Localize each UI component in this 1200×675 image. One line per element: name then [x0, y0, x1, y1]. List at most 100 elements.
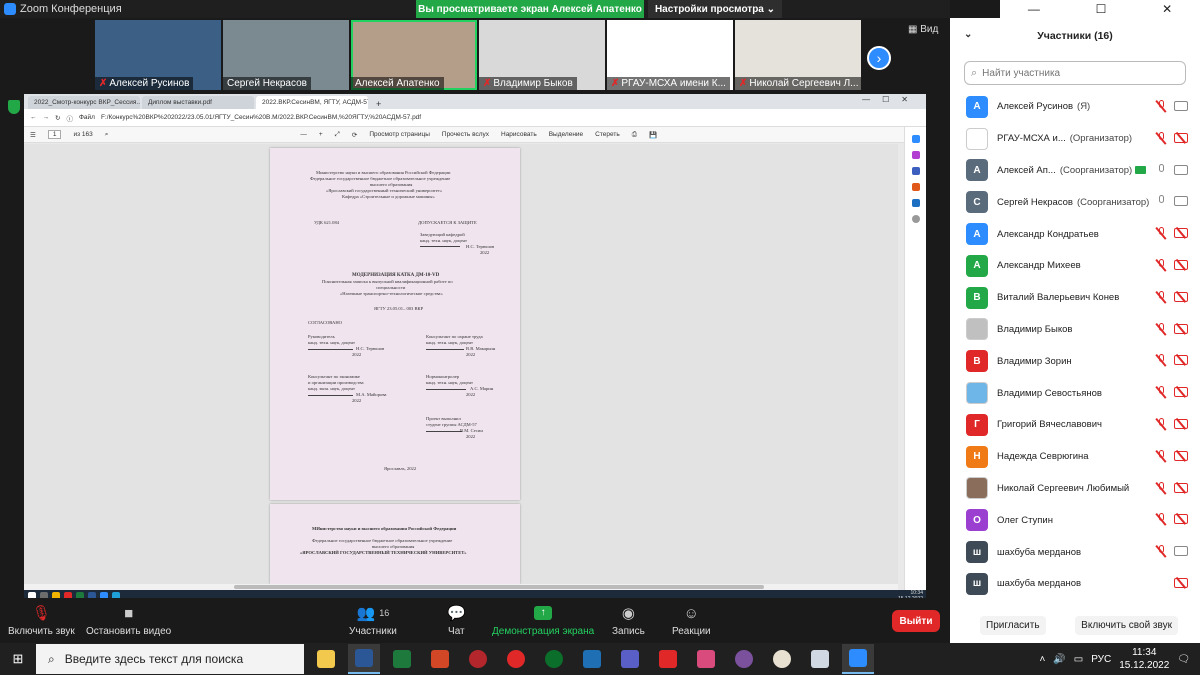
erase-button[interactable]: Стереть	[595, 131, 620, 138]
participant-search[interactable]: ⌕	[964, 61, 1186, 85]
search-sidebar-icon[interactable]	[911, 135, 920, 143]
maximize-button[interactable]: ☐	[1096, 2, 1107, 16]
word-icon[interactable]	[348, 644, 380, 674]
taskbar-clock[interactable]: 11:34 15.12.2022	[1119, 646, 1169, 672]
next-page-arrow-icon[interactable]: ›	[867, 46, 891, 70]
minimize-button[interactable]: —	[1028, 2, 1040, 16]
participant-row[interactable]: Г Григорий Вячеславович	[950, 409, 1200, 441]
unmute-button[interactable]: 🎙︎ Включить звук	[8, 604, 75, 637]
taskbar-search[interactable]: ⌕ Введите здесь текст для поиска	[36, 644, 304, 674]
highlight-button[interactable]: Выделение	[549, 131, 583, 138]
save-icon[interactable]: 💾	[649, 131, 657, 139]
tray-chevron-icon[interactable]: ˄	[1039, 654, 1045, 665]
participant-row[interactable]: А Александр Кондратьев	[950, 218, 1200, 250]
excel-icon[interactable]	[386, 644, 418, 674]
office-icon[interactable]	[911, 183, 920, 191]
security-shield-icon[interactable]	[8, 100, 20, 114]
page-view-button[interactable]: Просмотр страницы	[369, 131, 430, 138]
browser-tab[interactable]: 2022_Смотр-конкурс ВКР_Сессия...	[28, 96, 140, 109]
leave-button[interactable]: Выйти	[892, 610, 940, 632]
outlook-icon[interactable]	[911, 199, 920, 207]
close-button[interactable]: ✕	[1162, 2, 1172, 16]
participant-row[interactable]: Николай Сергеевич Любимый	[950, 473, 1200, 505]
app-pink-icon[interactable]	[690, 644, 722, 674]
participant-row[interactable]: С Сергей Некрасов (Соорганизатор)	[950, 186, 1200, 218]
video-tile[interactable]: Сергей Некрасов	[223, 20, 349, 90]
stop-video-button[interactable]: ■ Остановить видео	[86, 604, 171, 638]
collapse-chevron-icon[interactable]: ⌄	[964, 29, 972, 40]
zoom-in-button[interactable]: +	[319, 131, 323, 138]
participant-row[interactable]: В Владимир Зорин	[950, 345, 1200, 377]
app-green-icon[interactable]	[538, 644, 570, 674]
participant-row[interactable]: Владимир Севостьянов	[950, 377, 1200, 409]
participant-row[interactable]: В Виталий Валерьевич Конев	[950, 282, 1200, 314]
forward-icon[interactable]: →	[43, 114, 50, 121]
chat-button[interactable]: 💬 Чат	[447, 604, 466, 637]
video-tile[interactable]: ✗ Николай Сергеевич Л...	[735, 20, 861, 90]
page-number-input[interactable]: 1	[47, 130, 62, 139]
windows-start-icon[interactable]: ⊞	[0, 643, 36, 675]
print-icon[interactable]: ⎙	[632, 131, 637, 139]
participant-row[interactable]: О Олег Ступин	[950, 504, 1200, 536]
participant-row[interactable]: Н Надежда Севрюгина	[950, 441, 1200, 473]
invite-button[interactable]: Пригласить	[980, 615, 1046, 635]
rotate-icon[interactable]: ⟳	[352, 131, 357, 139]
participant-role: (Соорганизатор)	[1076, 196, 1150, 208]
doc-text: 2022	[466, 392, 476, 397]
back-icon[interactable]: ←	[30, 114, 37, 121]
share-screen-button[interactable]: ↑ Демонстрация экрана	[492, 604, 594, 637]
search-input[interactable]	[982, 67, 1183, 79]
app-blue-icon[interactable]	[576, 644, 608, 674]
participant-row[interactable]: А Алексей Ап... (Соорганизатор)	[950, 155, 1200, 187]
participant-row[interactable]: ш шахбуба мерданов	[950, 536, 1200, 568]
file-info-icon: ⓘ	[66, 115, 73, 123]
add-icon[interactable]	[911, 215, 920, 223]
notifications-icon[interactable]: 🗨	[1177, 654, 1190, 665]
browser-tab-active[interactable]: 2022.ВКР.СесинВМ, ЯГТУ, АСДМ-57...	[256, 96, 368, 109]
reactions-button[interactable]: ☺ Реакции	[672, 604, 711, 638]
participant-row[interactable]: ш шахбуба мерданов	[950, 568, 1200, 600]
powerpoint-icon[interactable]	[424, 644, 456, 674]
zoom-out-button[interactable]: —	[300, 131, 307, 138]
viber-icon[interactable]	[728, 644, 760, 674]
participant-row[interactable]: Владимир Быков	[950, 314, 1200, 346]
yandex-browser-icon[interactable]	[500, 644, 532, 674]
participant-status-icons	[1156, 481, 1188, 495]
scrollbar-thumb[interactable]	[234, 585, 764, 589]
draw-button[interactable]: Нарисовать	[501, 131, 537, 138]
read-aloud-button[interactable]: Прочесть вслух	[442, 131, 489, 138]
participant-status-icons	[1156, 100, 1188, 113]
participant-row[interactable]: А Алексей Русинов (Я)	[950, 91, 1200, 123]
browser-tab[interactable]: Диплом выставки.pdf	[142, 96, 254, 109]
save-app-icon[interactable]	[614, 644, 646, 674]
fit-page-icon[interactable]: ⤢	[335, 131, 340, 139]
video-tile[interactable]: ✗ РГАУ-МСХА имени К...	[607, 20, 733, 90]
record-button[interactable]: ◉ Запись	[612, 604, 645, 637]
pdf-reader-icon[interactable]	[652, 644, 684, 674]
search-icon[interactable]: ⌕	[105, 131, 109, 139]
video-tile[interactable]: ✗ Алексей Русинов	[95, 20, 221, 90]
participant-row[interactable]: А Александр Михеев	[950, 250, 1200, 282]
contents-icon[interactable]: ☰	[30, 131, 36, 139]
collections-icon[interactable]	[911, 151, 920, 159]
language-indicator[interactable]: РУС	[1091, 654, 1111, 665]
url-text[interactable]: F:/Конкурс%20ВКР%202022/23.05.01/ЯГТУ_Се…	[101, 114, 421, 121]
volume-icon[interactable]: 🔊	[1053, 654, 1065, 665]
participant-row[interactable]: РГАУ-МСХА и... (Организатор)	[950, 123, 1200, 155]
zoom-taskbar-icon[interactable]	[842, 644, 874, 674]
participants-button[interactable]: 👥 16 Участники	[349, 604, 397, 637]
address-bar[interactable]: ← → ↻ ⓘ Файл F:/Конкурс%20ВКР%202022/23.…	[24, 109, 926, 127]
video-tile[interactable]: ✗ Владимир Быков	[479, 20, 605, 90]
file-explorer-icon[interactable]	[310, 644, 342, 674]
network-icon[interactable]: ▭	[1074, 654, 1083, 665]
video-tile[interactable]: Алексей Апатенко	[351, 20, 477, 90]
view-button[interactable]: ▦ Вид	[908, 24, 938, 35]
new-tab-button[interactable]: +	[376, 99, 381, 109]
view-options-button[interactable]: Настройки просмотра ⌄	[648, 0, 782, 18]
app-doc-icon[interactable]	[804, 644, 836, 674]
tools-icon[interactable]	[911, 167, 920, 175]
app-red-icon[interactable]	[462, 644, 494, 674]
app-circle-icon[interactable]	[766, 644, 798, 674]
refresh-icon[interactable]: ↻	[55, 114, 60, 122]
unmute-self-button[interactable]: Включить свой звук	[1075, 615, 1178, 635]
